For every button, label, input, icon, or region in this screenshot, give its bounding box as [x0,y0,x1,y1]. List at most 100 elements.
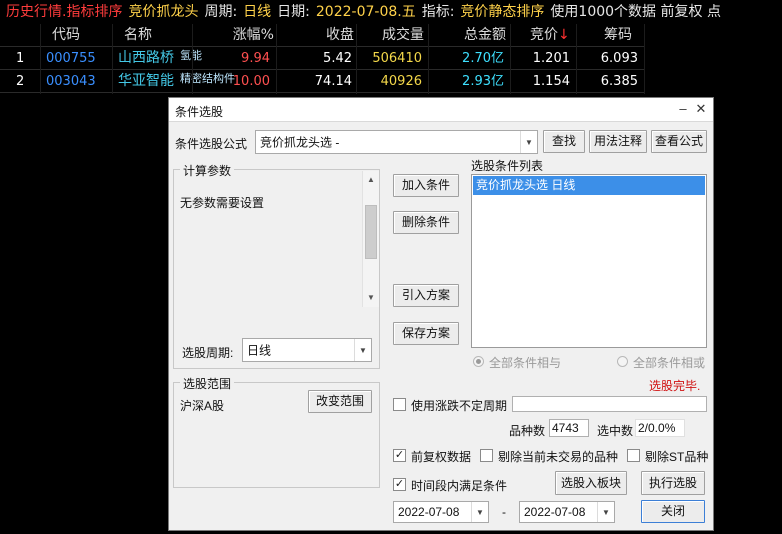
radio-all-or-label: 全部条件相或 [633,356,706,370]
date-to-value: 2022-07-08 [524,505,586,519]
params-group-label: 计算参数 [180,162,235,179]
scroll-down-icon[interactable]: ▼ [363,291,379,305]
row-close: 5.42 [323,51,352,66]
chevron-down-icon[interactable]: ▼ [471,502,488,522]
minimize-icon[interactable]: – [675,101,691,117]
row-code: 003043 [46,74,96,89]
col-header-volume[interactable]: 成交量 [360,24,424,47]
col-header-code[interactable]: 代码 [52,24,112,47]
close-button[interactable]: 关闭 [641,500,705,523]
row-volume: 40926 [380,74,422,89]
col-header-name[interactable]: 名称 [124,24,184,47]
formula-select[interactable]: 竞价抓龙头选 - ▼ [255,130,538,154]
row-change: 9.94 [241,51,270,66]
header-date-value: 2022-07-08.五 [315,4,416,20]
count-label: 品种数 [509,424,546,438]
condition-list-label: 选股条件列表 [471,159,544,173]
adjust-label: 前复权数据 [411,450,472,464]
chevron-down-icon[interactable]: ▼ [597,502,614,522]
exclude-untraded-checkbox[interactable] [480,449,493,462]
header-indicator-value: 竞价静态排序 [460,4,545,20]
close-icon[interactable]: ✕ [693,101,709,117]
header-period-label: 周期: [204,4,238,20]
execute-screening-button[interactable]: 执行选股 [641,471,705,495]
count-value: 4743 [549,419,589,437]
row-chip: 6.093 [600,51,638,66]
column-divider [510,24,511,94]
save-plan-button[interactable]: 保存方案 [393,322,459,345]
radio-all-and[interactable] [473,356,484,367]
adjust-checkbox[interactable]: ✓ [393,449,406,462]
uncertain-period-input[interactable] [512,396,707,412]
condition-list-item[interactable]: 竞价抓龙头选 日线 [473,176,705,195]
col-header-bid[interactable]: 竞价↓ [530,24,578,47]
table-row[interactable]: 1 000755 山西路桥 氢能 9.94 5.42 506410 2.70亿 … [0,47,645,70]
usage-notes-button[interactable]: 用法注释 [589,130,647,153]
scroll-up-icon[interactable]: ▲ [363,173,379,187]
col-header-chip[interactable]: 筹码 [604,24,644,47]
row-chip: 6.385 [600,74,638,89]
column-divider [428,24,429,94]
date-to-picker[interactable]: 2022-07-08 ▼ [519,501,615,523]
selected-label: 选中数 [597,424,634,438]
table-row[interactable]: 2 003043 华亚智能 精密结构件 10.00 74.14 40926 2.… [0,70,645,93]
params-text: 无参数需要设置 [180,196,265,210]
column-divider [40,24,41,94]
column-divider [192,24,193,94]
exclude-untraded-label: 剔除当前未交易的品种 [498,450,619,464]
row-volume: 506410 [372,51,422,66]
uncertain-period-label: 使用涨跌不定周期 [411,399,508,413]
period-match-checkbox[interactable]: ✓ [393,478,406,491]
header-formula: 竞价抓龙头 [128,4,199,20]
row-amount: 2.93亿 [462,74,504,89]
stock-screener-dialog: 条件选股 – ✕ 条件选股公式 竞价抓龙头选 - ▼ 查找 用法注释 查看公式 … [168,97,714,531]
date-from-value: 2022-07-08 [398,505,460,519]
scope-group: 选股范围 沪深A股 改变范围 [173,375,380,488]
delete-condition-button[interactable]: 删除条件 [393,211,459,234]
chevron-down-icon[interactable]: ▼ [520,131,537,153]
params-scrollbar[interactable]: ▲ ▼ [362,171,379,307]
scroll-thumb[interactable] [365,205,377,259]
selected-value: 2/0.0% [635,419,685,437]
formula-select-value: 竞价抓龙头选 - [260,135,340,150]
row-amount: 2.70亿 [462,51,504,66]
uncertain-period-checkbox[interactable] [393,398,406,411]
row-change: 10.00 [232,74,270,89]
row-close: 74.14 [314,74,352,89]
header-mode: 历史行情.指标排序 [6,4,123,20]
period-match-label: 时间段内满足条件 [411,479,508,493]
header-date-label: 日期: [277,4,310,20]
row-name: 华亚智能 [118,73,174,89]
condition-list[interactable]: 竞价抓龙头选 日线 [471,174,707,348]
quote-header: 历史行情.指标排序 竞价抓龙头 周期: 日线 日期: 2022-07-08.五 指标: 竞价静… [0,0,782,24]
column-divider [576,24,577,94]
chevron-down-icon[interactable]: ▼ [354,339,371,361]
change-scope-button[interactable]: 改变范围 [308,390,372,413]
header-indicator-label: 指标: [421,4,455,20]
column-divider [356,24,357,94]
col-header-amount[interactable]: 总金额 [440,24,506,47]
add-to-block-button[interactable]: 选股入板块 [555,471,627,495]
column-divider [276,24,277,94]
import-plan-button[interactable]: 引入方案 [393,284,459,307]
row-index: 2 [16,74,25,89]
find-button[interactable]: 查找 [543,130,585,153]
period-label: 选股周期: [182,346,234,360]
scope-group-label: 选股范围 [180,375,235,392]
formula-label: 条件选股公式 [175,137,248,151]
date-from-picker[interactable]: 2022-07-08 ▼ [393,501,489,523]
view-formula-button[interactable]: 查看公式 [651,130,707,153]
dialog-title: 条件选股 [175,105,224,119]
col-header-close[interactable]: 收盘 [290,24,354,47]
date-range-dash: - [502,505,506,519]
sort-desc-icon: ↓ [558,27,570,43]
period-select[interactable]: 日线 ▼ [242,338,372,362]
add-condition-button[interactable]: 加入条件 [393,174,459,197]
quote-table: 代码 名称 涨幅% 收盘 成交量 总金额 竞价↓ 筹码 1 000755 山西路… [0,24,645,93]
col-header-change[interactable]: 涨幅% [210,24,274,47]
exclude-st-checkbox[interactable] [627,449,640,462]
screening-status: 选股完毕. [649,379,701,393]
radio-all-or[interactable] [617,356,628,367]
dialog-titlebar[interactable]: 条件选股 – ✕ [169,98,713,122]
scope-value: 沪深A股 [180,399,225,413]
